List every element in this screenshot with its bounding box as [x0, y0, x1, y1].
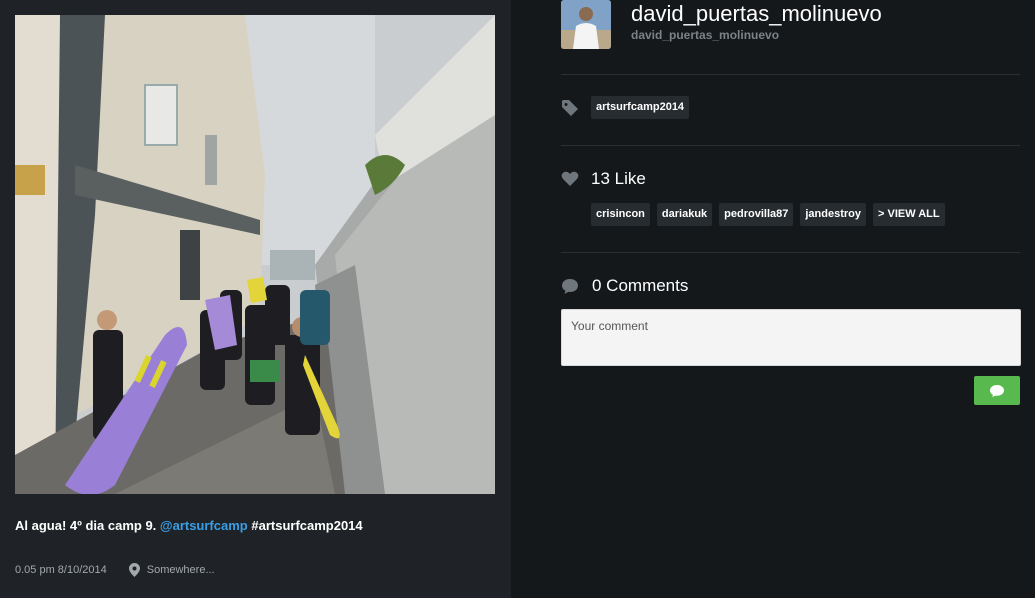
post-author-handle[interactable]: david_puertas_molinuevo: [631, 28, 779, 42]
post-caption: Al agua! 4º dia camp 9. @artsurfcamp #ar…: [15, 518, 495, 533]
tag-pill[interactable]: artsurfcamp2014: [591, 96, 690, 119]
post-timestamp: 0.05 pm 8/10/2014: [15, 564, 107, 576]
tag-icon: [562, 100, 578, 116]
heart-icon[interactable]: [561, 170, 579, 188]
caption-hashtag-link[interactable]: #artsurfcamp2014: [251, 518, 362, 533]
post-meta: 0.05 pm 8/10/2014 Somewhere...: [15, 563, 215, 577]
post-details-panel: david_puertas_molinuevo david_puertas_mo…: [511, 0, 1035, 598]
speech-bubble-icon: [990, 384, 1004, 397]
likes-count: 13 Like: [591, 169, 646, 188]
liker-pill[interactable]: pedrovilla87: [719, 203, 794, 226]
post-media-panel: Al agua! 4º dia camp 9. @artsurfcamp #ar…: [0, 0, 511, 598]
caption-text: Al agua! 4º dia camp 9.: [15, 518, 160, 533]
avatar[interactable]: [561, 0, 611, 49]
location-label: Somewhere...: [146, 564, 215, 576]
post-photo[interactable]: [15, 15, 495, 494]
view-all-likes-button[interactable]: > VIEW ALL: [873, 203, 945, 226]
comment-input[interactable]: [561, 309, 1021, 366]
send-comment-button[interactable]: [974, 376, 1020, 405]
liker-pill[interactable]: jandestroy: [800, 203, 866, 226]
liker-pill[interactable]: crisincon: [591, 203, 650, 226]
likers-list: crisincon dariakuk pedrovilla87 jandestr…: [591, 203, 952, 226]
speech-bubble-icon: [562, 279, 578, 294]
comments-count: 0 Comments: [592, 276, 689, 295]
divider: [561, 252, 1020, 253]
tag-list: artsurfcamp2014: [591, 96, 696, 119]
map-pin-icon: [128, 563, 140, 577]
divider: [561, 145, 1020, 146]
caption-mention-link[interactable]: @artsurfcamp: [160, 518, 248, 533]
liker-pill[interactable]: dariakuk: [656, 203, 713, 226]
post-author-name[interactable]: david_puertas_molinuevo: [631, 1, 882, 27]
post-location[interactable]: Somewhere...: [128, 563, 215, 577]
divider: [561, 74, 1020, 75]
